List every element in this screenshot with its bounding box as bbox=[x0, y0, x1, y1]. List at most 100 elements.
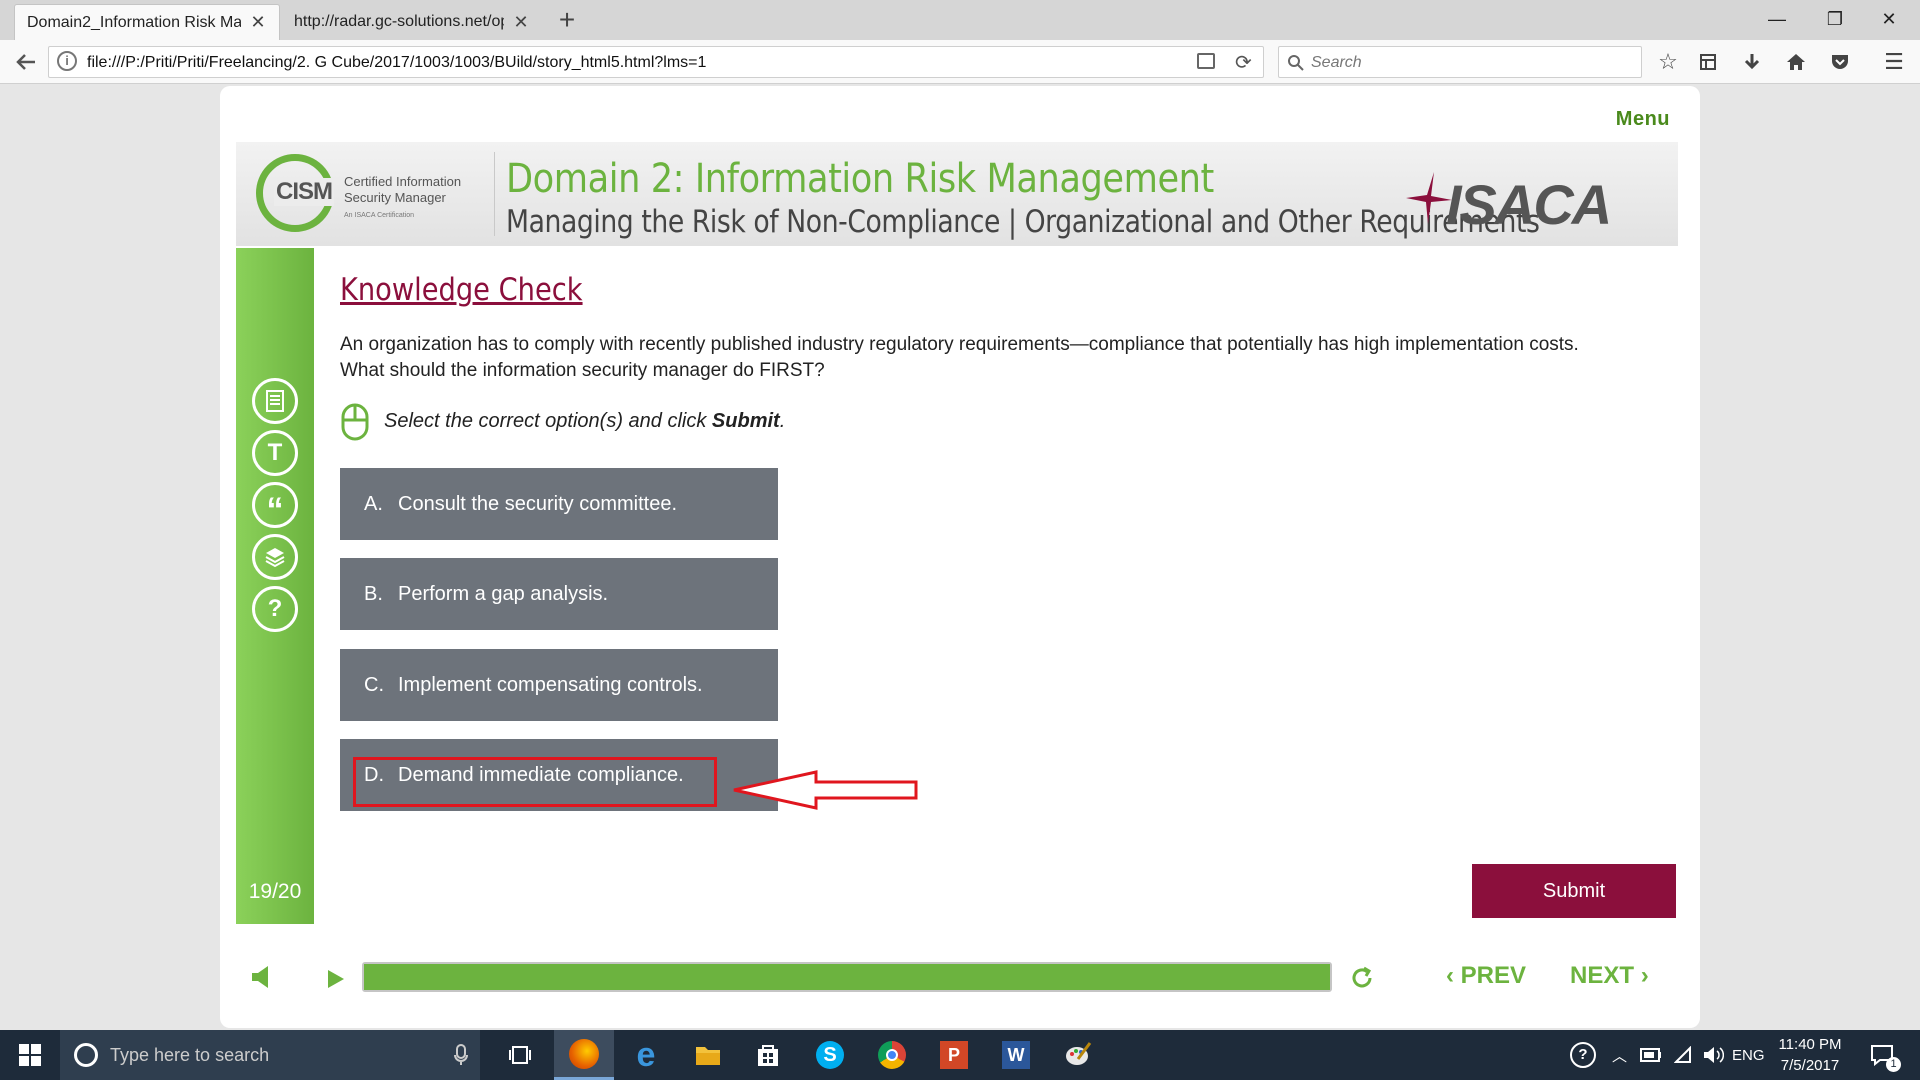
search-bar[interactable]: Search bbox=[1278, 46, 1642, 78]
library-icon[interactable] bbox=[1694, 48, 1722, 76]
reader-view-icon[interactable] bbox=[1197, 53, 1215, 69]
cortana-icon bbox=[74, 1043, 98, 1067]
question-line: What should the information security man… bbox=[340, 360, 825, 381]
file-explorer-taskbar-button[interactable] bbox=[678, 1030, 738, 1080]
restore-icon[interactable]: ❐ bbox=[1812, 4, 1858, 34]
document-icon bbox=[266, 390, 284, 412]
notifications-button[interactable]: 1 bbox=[1870, 1030, 1901, 1080]
clock-time: 11:40 PM bbox=[1778, 1036, 1842, 1053]
skype-taskbar-button[interactable]: S bbox=[800, 1030, 860, 1080]
home-icon[interactable] bbox=[1782, 48, 1810, 76]
glossary-button[interactable]: “ bbox=[252, 482, 298, 528]
volume-icon[interactable] bbox=[250, 964, 272, 990]
taskbar-search-placeholder: Type here to search bbox=[110, 1045, 270, 1065]
replay-icon[interactable] bbox=[1348, 964, 1376, 992]
download-icon[interactable] bbox=[1738, 48, 1766, 76]
option-letter: C. bbox=[364, 673, 384, 696]
firefox-icon bbox=[569, 1038, 599, 1069]
windows-icon bbox=[19, 1044, 41, 1066]
new-tab-button[interactable]: + bbox=[552, 6, 582, 34]
prev-button[interactable]: ‹ PREV bbox=[1446, 962, 1526, 990]
info-icon[interactable]: i bbox=[57, 51, 77, 71]
layers-icon bbox=[265, 548, 285, 568]
knowledge-check-title: Knowledge Check bbox=[340, 272, 583, 308]
back-icon[interactable] bbox=[12, 48, 40, 76]
layers-button[interactable] bbox=[252, 534, 298, 580]
task-view-button[interactable] bbox=[490, 1030, 550, 1080]
option-c[interactable]: C. Implement compensating controls. bbox=[340, 649, 778, 721]
close-tab-icon[interactable]: ✕ bbox=[512, 12, 530, 33]
wifi-icon[interactable] bbox=[1674, 1030, 1694, 1080]
powerpoint-icon: P bbox=[940, 1041, 968, 1069]
search-icon bbox=[1288, 55, 1304, 71]
edge-icon: e bbox=[636, 1035, 656, 1074]
highlight-arrow-icon bbox=[733, 770, 918, 810]
option-letter: A. bbox=[364, 492, 383, 515]
question-line: An organization has to comply with recen… bbox=[340, 334, 1579, 355]
task-view-icon bbox=[509, 1046, 531, 1064]
next-label: NEXT bbox=[1570, 962, 1635, 989]
word-icon: W bbox=[1002, 1041, 1030, 1069]
battery-icon[interactable] bbox=[1640, 1030, 1662, 1080]
chrome-icon bbox=[878, 1041, 906, 1069]
resources-button[interactable] bbox=[252, 378, 298, 424]
folder-icon bbox=[696, 1047, 720, 1065]
cism-logo-text: CISM bbox=[274, 178, 334, 206]
taskbar-search[interactable]: Type here to search bbox=[60, 1030, 480, 1080]
submit-button[interactable]: Submit bbox=[1472, 864, 1676, 918]
reload-icon[interactable]: ⟳ bbox=[1235, 50, 1252, 75]
url-bar[interactable]: i file:///P:/Priti/Priti/Freelancing/2. … bbox=[48, 46, 1264, 78]
progress-fill bbox=[364, 964, 1330, 990]
bookmark-star-icon[interactable]: ☆ bbox=[1654, 48, 1682, 76]
play-icon[interactable] bbox=[326, 968, 346, 990]
close-tab-icon[interactable]: ✕ bbox=[249, 12, 267, 33]
edge-taskbar-button[interactable]: e bbox=[616, 1030, 676, 1080]
tab-domain2[interactable]: Domain2_Information Risk Mana ✕ bbox=[14, 4, 280, 40]
browser-nav-bar: i file:///P:/Priti/Priti/Freelancing/2. … bbox=[0, 40, 1920, 84]
course-player: Menu CISM Certified Information Security… bbox=[220, 86, 1700, 1028]
option-b[interactable]: B. Perform a gap analysis. bbox=[340, 558, 778, 630]
chevron-up-icon[interactable]: ︿ bbox=[1612, 1030, 1627, 1080]
tab-radar[interactable]: http://radar.gc-solutions.net/op ✕ bbox=[282, 4, 542, 40]
close-window-icon[interactable]: ✕ bbox=[1866, 4, 1912, 34]
store-icon bbox=[758, 1045, 778, 1066]
help-button[interactable]: ? bbox=[252, 586, 298, 632]
transcript-t-icon: T bbox=[267, 439, 283, 466]
quote-icon: “ bbox=[266, 491, 284, 529]
instruction-emphasis: Submit bbox=[711, 410, 780, 432]
help-tray-icon[interactable]: ? bbox=[1570, 1030, 1596, 1080]
minimize-icon[interactable]: — bbox=[1754, 4, 1800, 34]
search-placeholder: Search bbox=[1311, 54, 1362, 71]
option-text: Perform a gap analysis. bbox=[398, 582, 609, 605]
word-taskbar-button[interactable]: W bbox=[986, 1030, 1046, 1080]
cism-logo-desc: Security Manager bbox=[344, 190, 446, 205]
start-button[interactable] bbox=[0, 1030, 60, 1080]
prev-label: PREV bbox=[1460, 962, 1527, 989]
clock[interactable]: 11:40 PM 7/5/2017 bbox=[1760, 1034, 1860, 1076]
transcript-button[interactable]: T bbox=[252, 430, 298, 476]
instruction-suffix: . bbox=[779, 410, 786, 432]
next-button[interactable]: NEXT › bbox=[1570, 962, 1649, 990]
paint-icon bbox=[1066, 1042, 1092, 1065]
chevron-left-icon: ‹ bbox=[1446, 962, 1454, 989]
menu-button[interactable]: Menu bbox=[1616, 108, 1670, 131]
option-text: Implement compensating controls. bbox=[398, 673, 703, 696]
powerpoint-taskbar-button[interactable]: P bbox=[924, 1030, 984, 1080]
instruction-prefix: Select the correct option(s) and click bbox=[384, 410, 712, 432]
progress-bar[interactable] bbox=[362, 962, 1332, 992]
help-icon: ? bbox=[267, 595, 283, 622]
taskbar: Type here to search e S P W ? ︿ ENG 11:4… bbox=[0, 1030, 1920, 1080]
store-taskbar-button[interactable] bbox=[738, 1030, 798, 1080]
course-banner: CISM Certified Information Security Mana… bbox=[236, 142, 1678, 246]
chrome-taskbar-button[interactable] bbox=[862, 1030, 922, 1080]
hamburger-menu-icon[interactable]: ☰ bbox=[1880, 48, 1908, 76]
microphone-icon[interactable] bbox=[454, 1044, 468, 1066]
option-a[interactable]: A. Consult the security committee. bbox=[340, 468, 778, 540]
paint-taskbar-button[interactable] bbox=[1048, 1030, 1108, 1080]
speaker-icon[interactable] bbox=[1702, 1030, 1724, 1080]
banner-divider bbox=[494, 152, 495, 236]
pocket-icon[interactable] bbox=[1826, 48, 1854, 76]
option-text: Consult the security committee. bbox=[398, 492, 677, 515]
firefox-taskbar-button[interactable] bbox=[554, 1030, 614, 1080]
question-text: An organization has to comply with recen… bbox=[340, 332, 1640, 384]
